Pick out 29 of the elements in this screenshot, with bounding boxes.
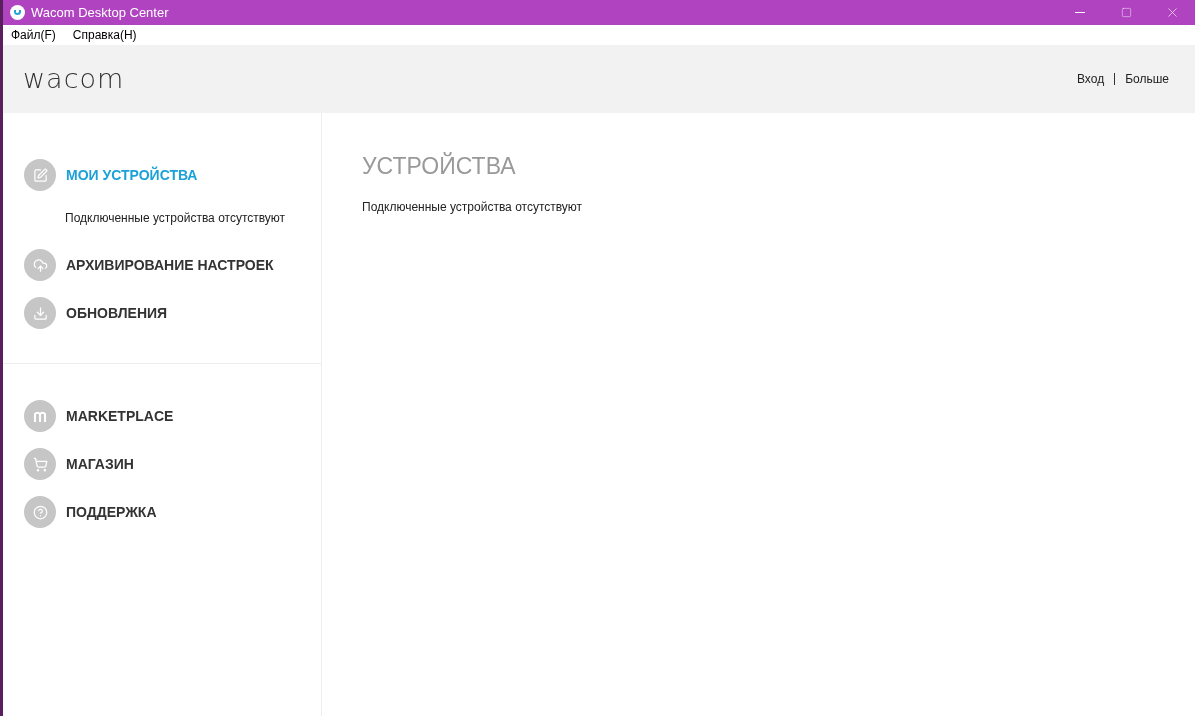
download-icon (32, 305, 48, 321)
minimize-icon (1075, 12, 1085, 13)
nav-item[interactable]: АРХИВИРОВАНИЕ НАСТРОЕК (3, 241, 321, 289)
nav-subtitle: Подключенные устройства отсутствуют (65, 211, 286, 225)
nav-label: АРХИВИРОВАНИЕ НАСТРОЕК (66, 255, 274, 275)
nav-label: ОБНОВЛЕНИЯ (66, 303, 168, 323)
empty-message: Подключенные устройства отсутствуют (362, 198, 584, 216)
header-link[interactable]: Вход (1077, 70, 1105, 88)
nav-item[interactable]: ОБНОВЛЕНИЯ (3, 289, 321, 337)
menu-item[interactable]: Справка(H) (72, 26, 137, 44)
cloud-upload-icon (32, 257, 48, 273)
nav-item[interactable]: ПОДДЕРЖКА (3, 488, 321, 536)
nav-item[interactable]: МАГАЗИН (3, 440, 321, 488)
page-title: УСТРОЙСТВА (362, 151, 517, 181)
nav-item[interactable]: MARKETPLACE (3, 392, 321, 440)
header-link[interactable]: Больше (1125, 70, 1169, 88)
nav-label: МАГАЗИН (66, 454, 134, 474)
nav-label: MARKETPLACE (66, 406, 174, 426)
nav-label: МОИ УСТРОЙСТВА (66, 165, 198, 185)
menu-item[interactable]: Файл(F) (11, 26, 56, 44)
m-letter-icon (33, 409, 47, 423)
app-logo-icon (10, 5, 25, 20)
help-icon (32, 504, 48, 520)
edit-icon (32, 167, 48, 183)
maximize-icon (1120, 7, 1132, 18)
nav-label: ПОДДЕРЖКА (66, 502, 157, 522)
window-title: Wacom Desktop Center (31, 3, 169, 22)
brand-logo: wacom (23, 61, 125, 96)
cart-icon (32, 456, 48, 472)
